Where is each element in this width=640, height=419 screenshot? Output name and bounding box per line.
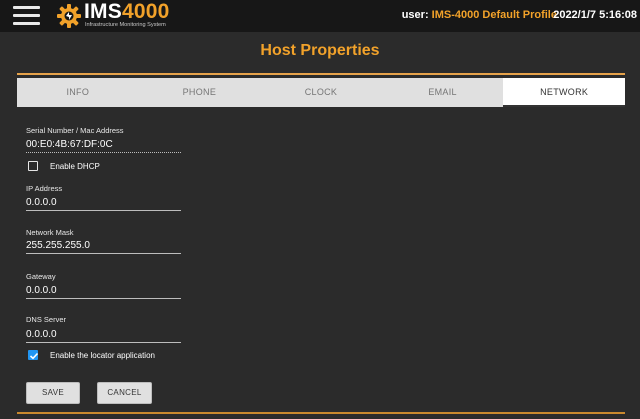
network-mask-label: Network Mask <box>26 228 74 237</box>
gateway-label: Gateway <box>26 272 56 281</box>
tab-bar: INFO PHONE CLOCK EMAIL NETWORK <box>17 78 625 107</box>
logo-brand: IMS <box>84 0 122 23</box>
enable-dhcp-checkbox[interactable] <box>28 161 38 171</box>
serial-label: Serial Number / Mac Address <box>26 126 124 135</box>
tab-email[interactable]: EMAIL <box>382 78 504 107</box>
tab-info[interactable]: INFO <box>17 78 139 107</box>
page-title: Host Properties <box>260 42 380 59</box>
tab-clock[interactable]: CLOCK <box>260 78 382 107</box>
enable-dhcp-label: Enable DHCP <box>50 162 100 171</box>
app-logo: IMS4000 Infrastructure Monitoring System <box>56 0 196 31</box>
gateway-field[interactable] <box>26 284 181 299</box>
network-mask-field[interactable] <box>26 239 181 254</box>
checkmark-icon <box>29 352 39 360</box>
enable-locator-checkbox[interactable] <box>28 350 39 360</box>
tab-phone[interactable]: PHONE <box>139 78 261 107</box>
top-bar: IMS4000 Infrastructure Monitoring System… <box>0 0 640 32</box>
ip-address-label: IP Address <box>26 184 63 193</box>
dns-server-label: DNS Server <box>26 315 67 324</box>
dns-server-field[interactable] <box>26 328 181 343</box>
host-properties-panel: INFO PHONE CLOCK EMAIL NETWORK Serial Nu… <box>17 73 625 419</box>
logo-subtitle: Infrastructure Monitoring System <box>85 22 166 28</box>
user-info: user: IMS-4000 Default Profile <box>402 9 557 21</box>
hamburger-menu-icon[interactable] <box>13 6 40 26</box>
logo-title: IMS4000 <box>84 0 169 24</box>
serial-field <box>26 138 181 153</box>
tab-network[interactable]: NETWORK <box>503 78 625 107</box>
datetime-display: 2022/1/7 5:16:08 <box>553 9 637 21</box>
logo-number: 4000 <box>121 0 170 23</box>
cancel-button[interactable]: CANCEL <box>97 382 152 404</box>
user-label: user: <box>401 9 429 21</box>
save-button[interactable]: SAVE <box>26 382 80 404</box>
user-profile-link[interactable]: IMS-4000 Default Profile <box>432 9 557 21</box>
panel-bottom-divider <box>17 412 625 414</box>
ip-address-field[interactable] <box>26 196 181 211</box>
ims-gear-logo-icon <box>57 4 81 28</box>
enable-locator-label: Enable the locator application <box>50 351 155 360</box>
